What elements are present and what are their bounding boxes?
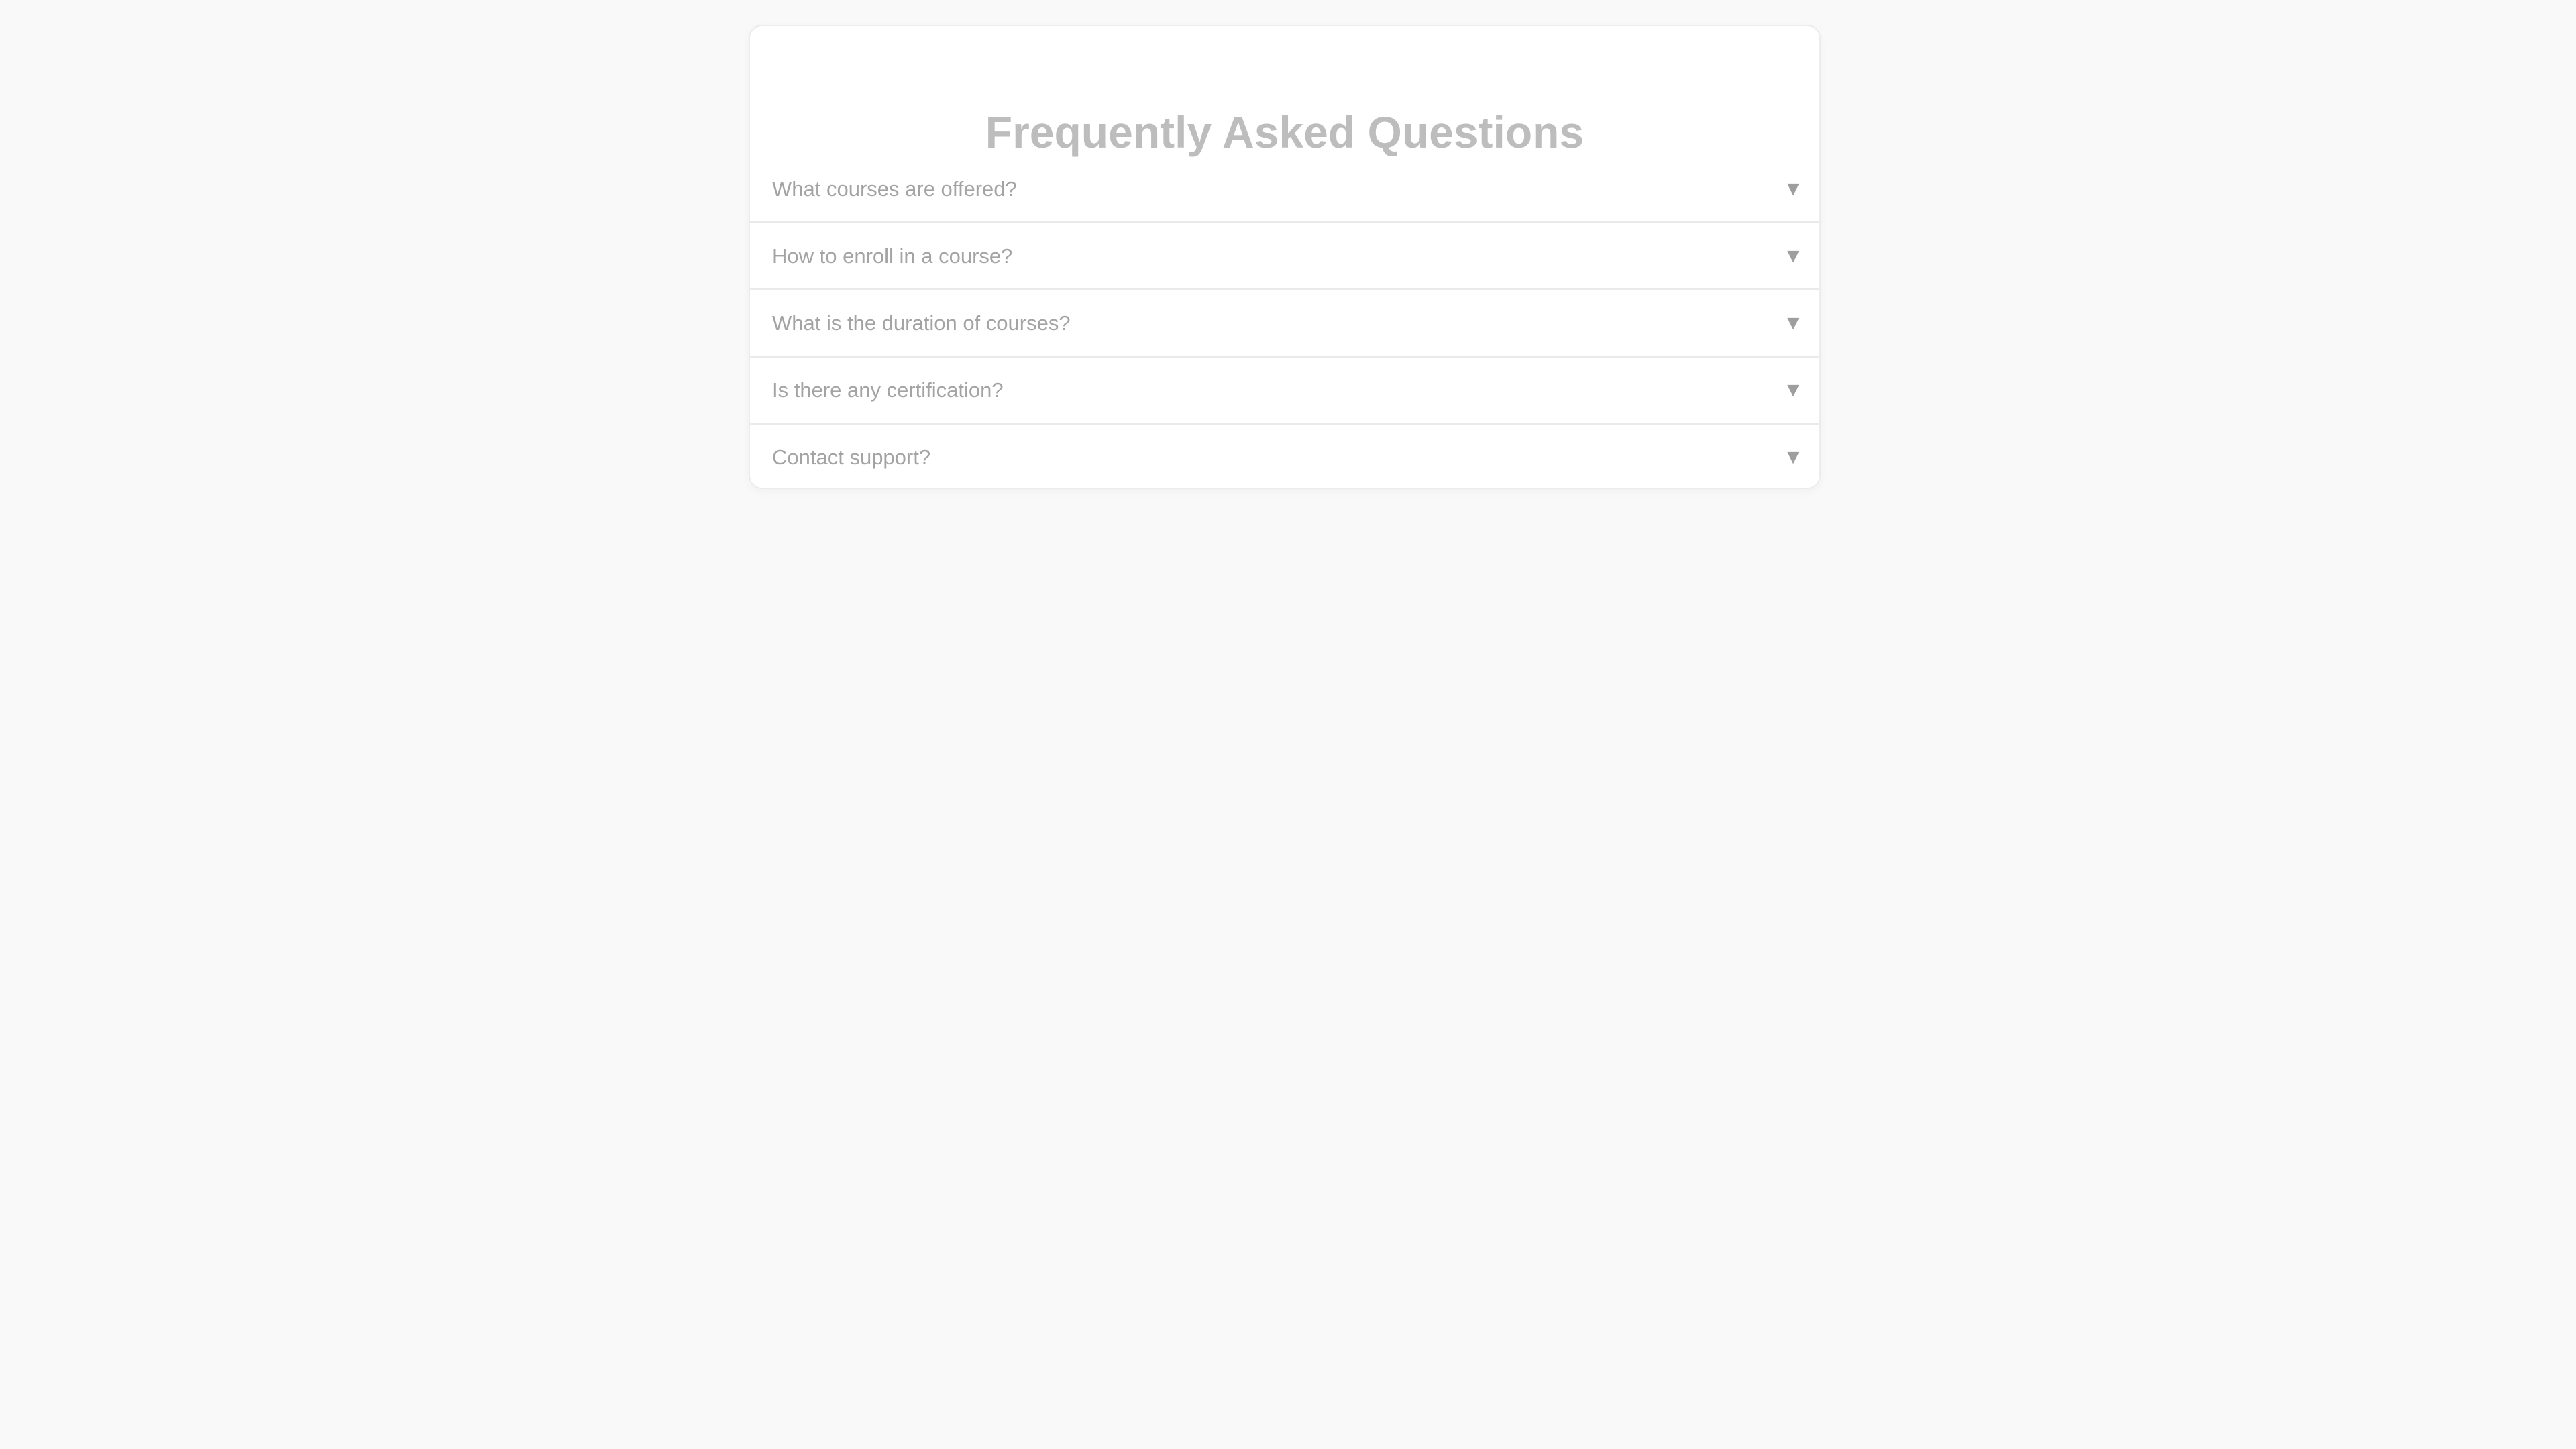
faq-item-courses-offered[interactable]: What courses are offered? ▼ — [750, 156, 1819, 223]
faq-question: What courses are offered? — [772, 176, 1017, 201]
faq-card: Frequently Asked Questions What courses … — [749, 25, 1821, 489]
chevron-down-icon: ▼ — [1783, 177, 1803, 200]
faq-question: Is there any certification? — [772, 378, 1004, 402]
faq-item-enroll[interactable]: How to enroll in a course? ▼ — [750, 223, 1819, 290]
faq-question: Contact support? — [772, 445, 931, 469]
faq-question: What is the duration of courses? — [772, 311, 1071, 335]
faq-list: What courses are offered? ▼ How to enrol… — [750, 156, 1819, 488]
chevron-down-icon: ▼ — [1783, 311, 1803, 334]
chevron-down-icon: ▼ — [1783, 244, 1803, 267]
faq-question: How to enroll in a course? — [772, 244, 1013, 268]
page-title: Frequently Asked Questions — [985, 107, 1585, 157]
faq-item-contact-support[interactable]: Contact support? ▼ — [750, 425, 1819, 488]
faq-item-certification[interactable]: Is there any certification? ▼ — [750, 358, 1819, 425]
faq-item-duration[interactable]: What is the duration of courses? ▼ — [750, 290, 1819, 358]
chevron-down-icon: ▼ — [1783, 445, 1803, 468]
chevron-down-icon: ▼ — [1783, 378, 1803, 401]
